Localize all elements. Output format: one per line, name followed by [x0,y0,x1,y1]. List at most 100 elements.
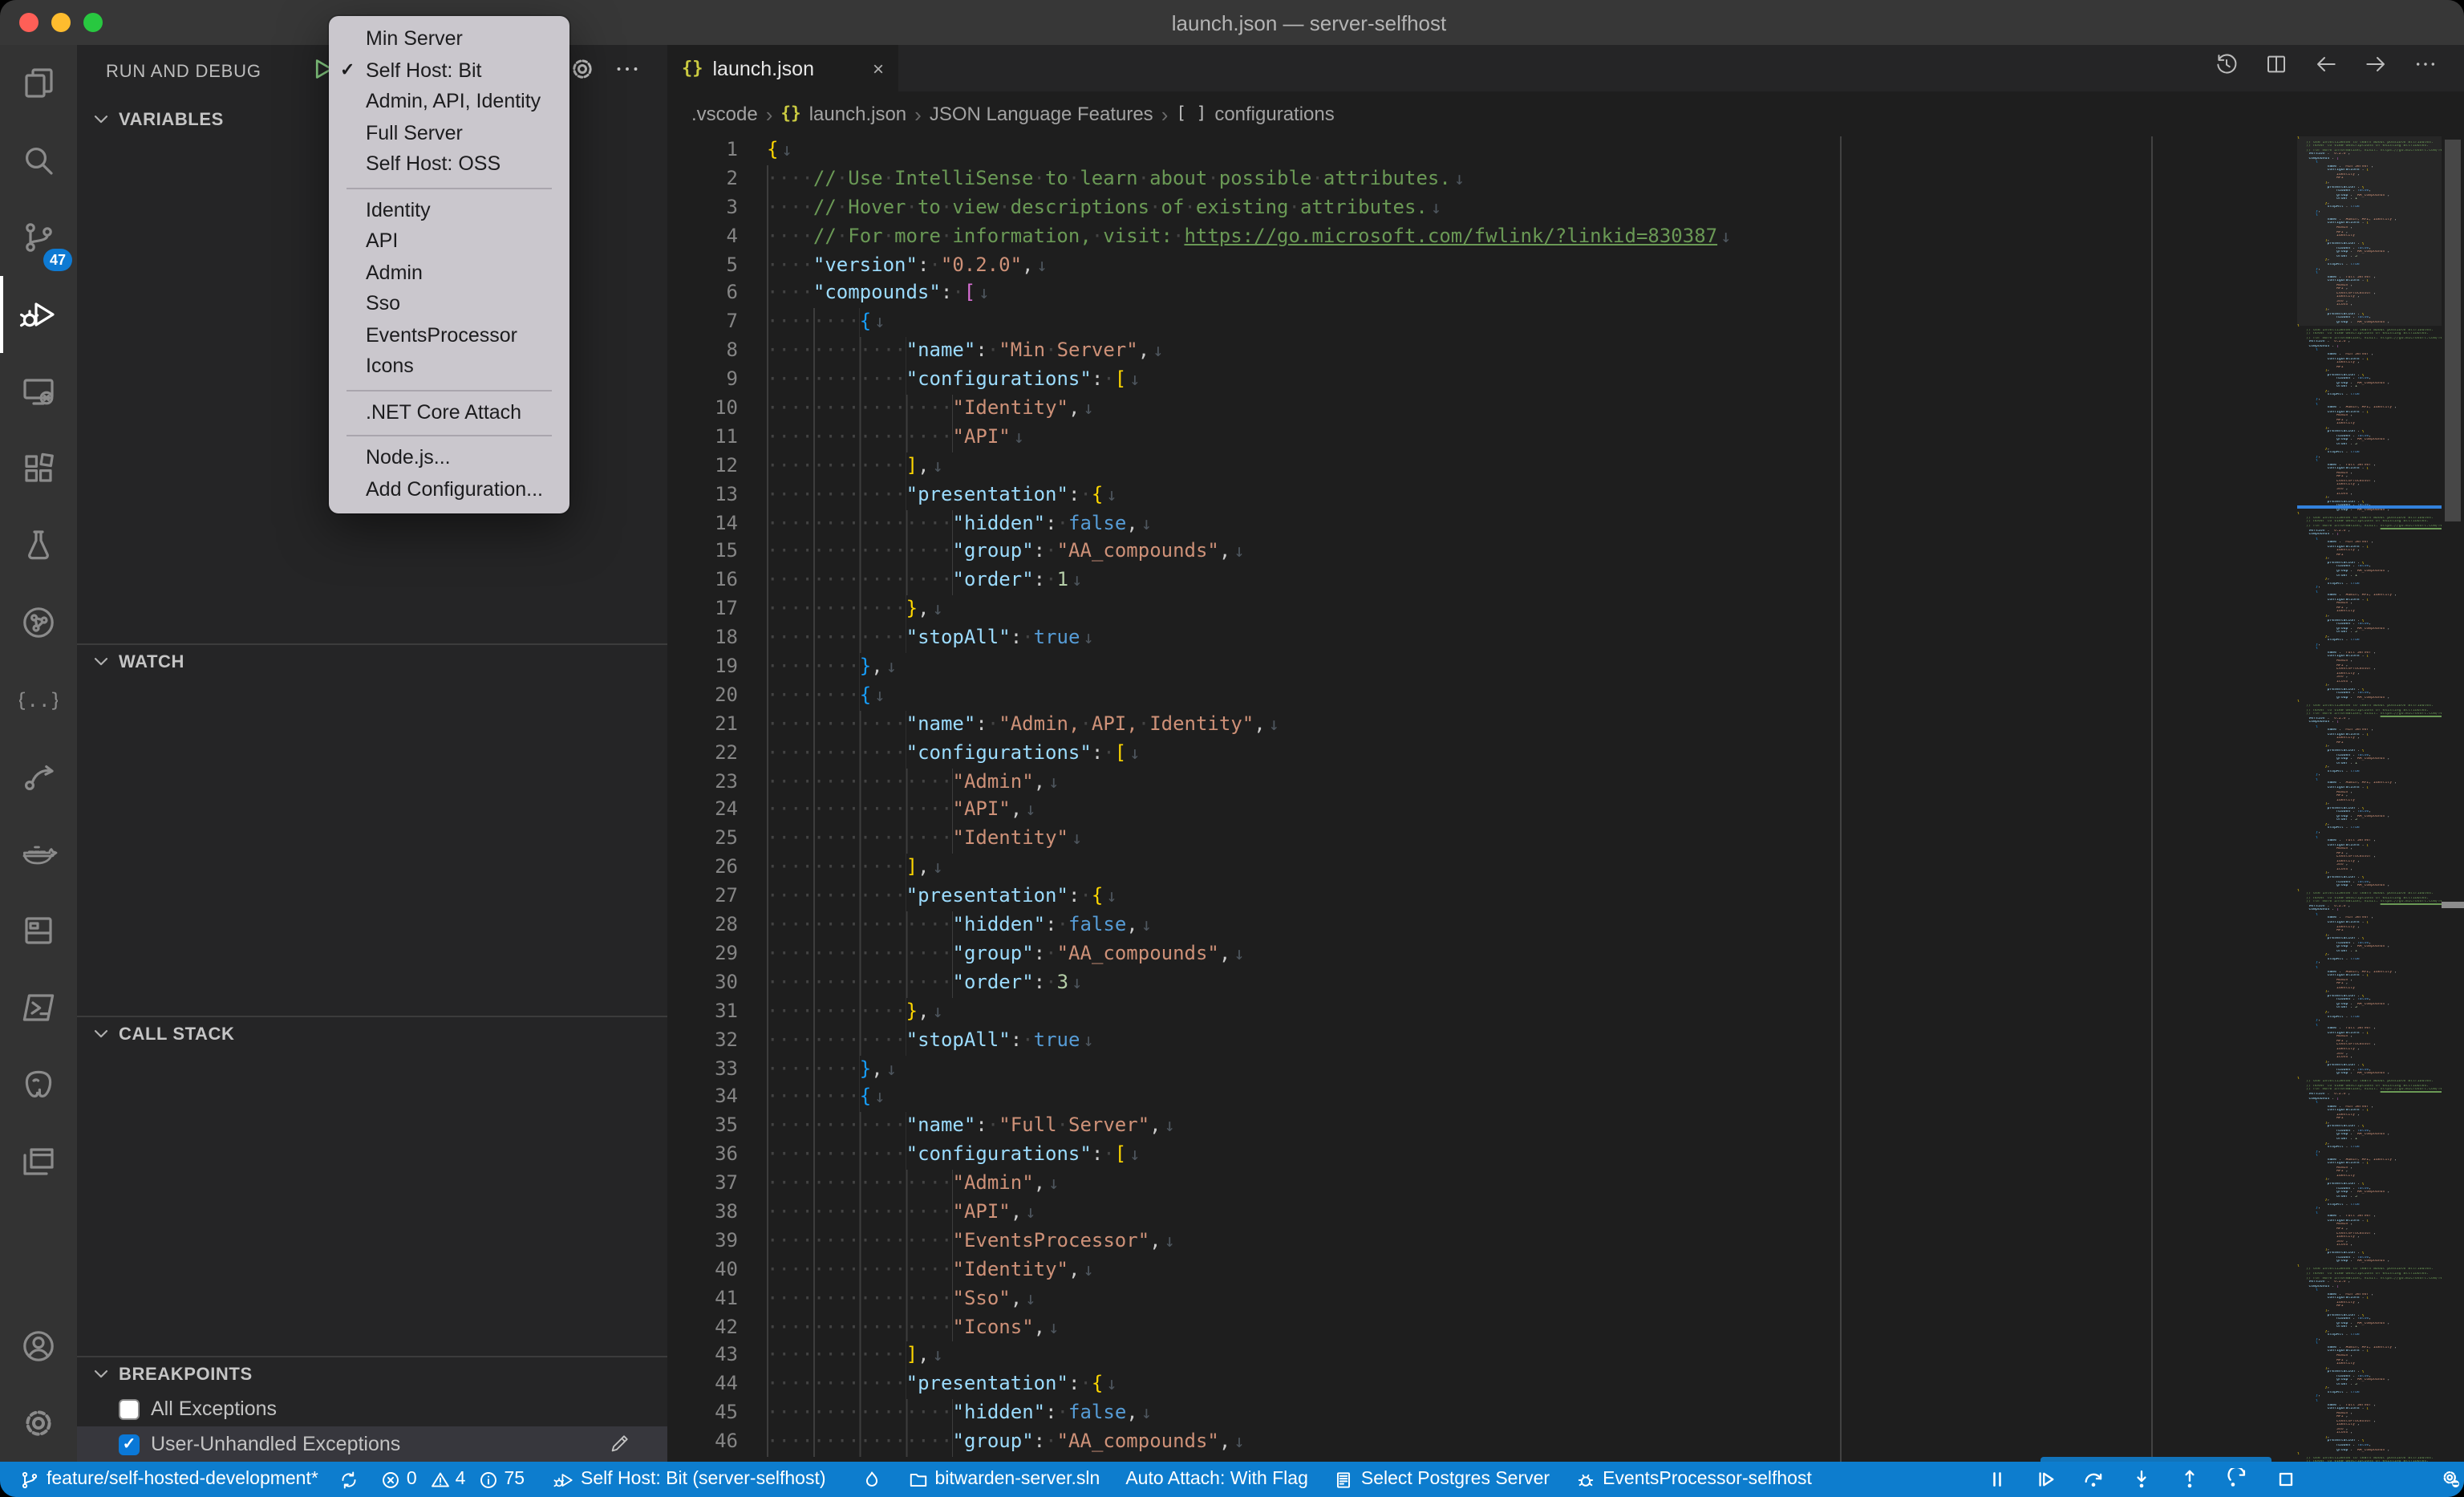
breakpoint-row[interactable]: All Exceptions [77,1391,667,1426]
status-item-solution[interactable]: bitwarden-server.sln [908,1469,1100,1490]
close-window-button[interactable] [19,13,38,32]
code-line[interactable]: 33········},↓ [667,1055,2464,1084]
code-line[interactable]: 18············"stopAll":·true↓ [667,624,2464,653]
activity-item-window-layouts[interactable] [0,1123,77,1200]
status-item-flame[interactable] [861,1469,882,1490]
code-line[interactable]: 23················"Admin",↓ [667,768,2464,797]
activity-item-remote-explorer[interactable] [0,353,77,430]
code-line[interactable]: 43············],↓ [667,1342,2464,1371]
status-item-postgres-select[interactable]: Select Postgres Server [1334,1469,1550,1490]
debug-pause-icon[interactable] [1986,1468,2008,1491]
code-line[interactable]: 30················"order":·3↓ [667,969,2464,998]
activity-item-rest-client[interactable]: {..} [0,661,77,738]
debug-restart-icon[interactable] [2227,1468,2249,1491]
code-line[interactable]: 44············"presentation":·{↓ [667,1371,2464,1400]
zoom-window-button[interactable] [83,13,103,32]
debug-stop-icon[interactable] [2275,1468,2297,1491]
section-variables[interactable]: VARIABLES [90,103,224,138]
code-line[interactable]: 7········{↓ [667,309,2464,338]
activity-item-live-share[interactable] [0,738,77,815]
code-line[interactable]: 13············"presentation":·{↓ [667,481,2464,509]
navigate-back-icon[interactable] [2313,51,2339,85]
activity-item-powershell[interactable] [0,969,77,1046]
debug-step-over-icon[interactable] [2082,1468,2105,1491]
code-line[interactable]: 14················"hidden":·false,↓ [667,509,2464,538]
code-line[interactable]: 45················"hidden":·false,↓ [667,1399,2464,1428]
add-configuration-button[interactable]: Add Configuration... [2040,1457,2272,1462]
section-watch[interactable]: WATCH [90,645,184,680]
status-item-debug-session[interactable]: EventsProcessor-selfhost [1575,1469,1812,1490]
code-line[interactable]: 40················"Identity",↓ [667,1256,2464,1284]
checkbox-checked[interactable]: ✓ [119,1434,140,1454]
code-line[interactable]: 46················"group":·"AA_compounds… [667,1428,2464,1457]
menu-item-admin[interactable]: Admin [329,258,569,289]
code-line[interactable]: 4····//·For·more·information,·visit:·htt… [667,222,2464,251]
activity-item-source-control[interactable]: 47 [0,199,77,276]
views-more-actions-button[interactable] [613,55,642,83]
more-actions-icon[interactable] [2413,51,2438,85]
code-line[interactable]: 6····"compounds":·[↓ [667,280,2464,309]
activity-item-run-and-debug[interactable] [0,276,77,353]
status-item-auto-attach[interactable]: Auto Attach: With Flag [1125,1470,1308,1489]
code-line[interactable]: 36············"configurations":·[↓ [667,1141,2464,1170]
code-line[interactable]: 29················"group":·"AA_compounds… [667,940,2464,969]
close-tab-icon[interactable]: × [873,57,884,79]
menu-item-self-host-bit[interactable]: ✓Self Host: Bit [329,55,569,87]
breadcrumb-configurations[interactable]: configurations [1214,103,1334,125]
code-line[interactable]: 12············],↓ [667,452,2464,481]
debug-step-into-icon[interactable] [2130,1468,2153,1491]
menu-item-sso[interactable]: Sso [329,289,569,320]
debug-step-out-icon[interactable] [2178,1468,2201,1491]
section-call-stack[interactable]: CALL STACK [90,1017,235,1053]
breakpoint-row[interactable]: ✓User-Unhandled Exceptions [77,1426,667,1462]
timeline-icon[interactable] [2214,51,2239,85]
code-line[interactable]: 20········{↓ [667,682,2464,711]
status-item-problems[interactable]: 0475 [381,1469,533,1490]
menu-item-node-js[interactable]: Node.js... [329,443,569,474]
code-line[interactable]: 9············"configurations":·[↓ [667,366,2464,395]
activity-item-explorer[interactable] [0,45,77,122]
debug-continue-icon[interactable] [2034,1468,2057,1491]
code-line[interactable]: 22············"configurations":·[↓ [667,739,2464,768]
activity-item-extensions[interactable] [0,430,77,507]
navigate-forward-icon[interactable] [2363,51,2389,85]
code-line[interactable]: 15················"group":·"AA_compounds… [667,538,2464,567]
code-line[interactable]: 31············},↓ [667,997,2464,1026]
split-editor-icon[interactable] [2263,51,2289,85]
code-line[interactable]: 25················"Identity"↓ [667,826,2464,854]
status-item-debug-target[interactable]: Self Host: Bit (server-selfhost) [553,1469,825,1490]
code-line[interactable]: 10················"Identity",↓ [667,395,2464,424]
code-line[interactable]: 26············],↓ [667,854,2464,883]
menu-item-api[interactable]: API [329,226,569,258]
code-line[interactable]: 37················"Admin",↓ [667,1170,2464,1199]
code-line[interactable]: 24················"API",↓ [667,797,2464,826]
editor-scrollbar[interactable] [2442,136,2464,1462]
menu-item-admin-api-identity[interactable]: Admin, API, Identity [329,87,569,118]
code-line[interactable]: 2····//·Use·IntelliSense·to·learn·about·… [667,165,2464,194]
menu-item-identity[interactable]: Identity [329,195,569,226]
code-line[interactable]: 19········},↓ [667,653,2464,682]
activity-item-docker[interactable] [0,815,77,892]
open-launch-json-button[interactable] [568,55,597,83]
menu-item-self-host-oss[interactable]: Self Host: OSS [329,149,569,181]
activity-item-code-graph[interactable] [0,584,77,661]
code-line[interactable]: 11················"API"↓ [667,424,2464,452]
code-line[interactable]: 8············"name":·"Min·Server",↓ [667,337,2464,366]
status-item-spell-checker[interactable]: Spell [2441,1468,2464,1491]
menu-item-min-server[interactable]: Min Server [329,24,569,55]
menu-item-eventsprocessor[interactable]: EventsProcessor [329,320,569,351]
code-line[interactable]: 35············"name":·"Full·Server",↓ [667,1113,2464,1142]
code-line[interactable]: 32············"stopAll":·true↓ [667,1026,2464,1055]
menu-item-net-core-attach[interactable]: .NET Core Attach [329,397,569,428]
edit-breakpoint-icon[interactable] [608,1431,632,1455]
menu-item-full-server[interactable]: Full Server [329,118,569,149]
code-line[interactable]: 21············"name":·"Admin,·API,·Ident… [667,711,2464,740]
code-line[interactable]: 39················"EventsProcessor",↓ [667,1227,2464,1256]
minimize-window-button[interactable] [51,13,71,32]
tab-launch-json[interactable]: {} launch.json × [667,45,900,91]
code-line[interactable]: 3····//·Hover·to·view·descriptions·of·ex… [667,194,2464,223]
breadcrumb-json-language-features[interactable]: JSON Language Features [930,103,1153,125]
activity-item-search[interactable] [0,122,77,199]
menu-item-icons[interactable]: Icons [329,351,569,383]
section-breakpoints[interactable]: BREAKPOINTS [90,1357,253,1393]
